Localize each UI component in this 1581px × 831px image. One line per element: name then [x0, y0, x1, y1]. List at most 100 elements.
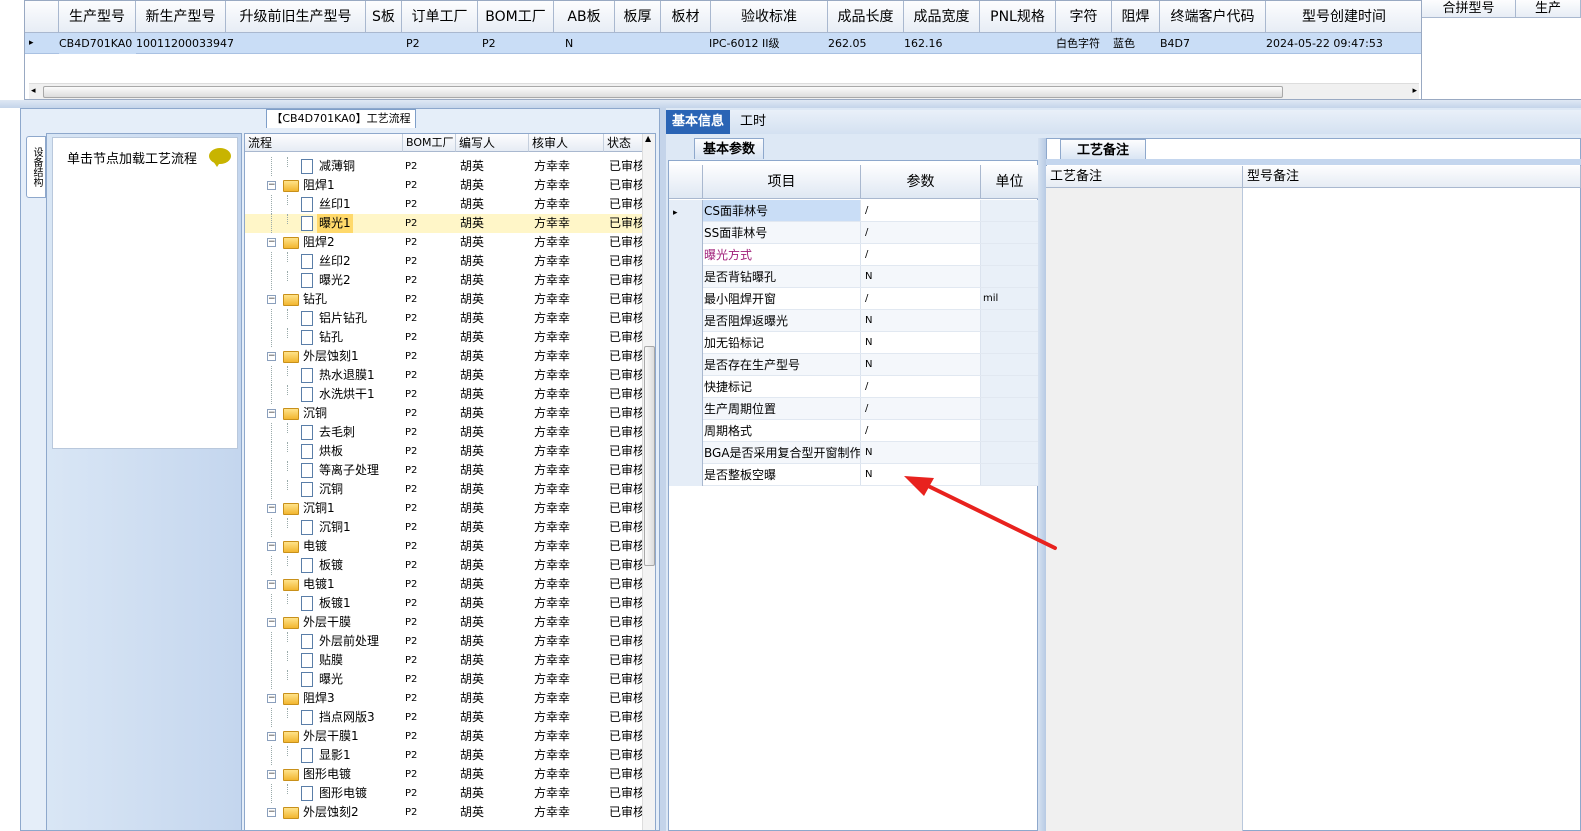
- col-header[interactable]: 状态: [604, 134, 643, 152]
- collapse-icon[interactable]: −: [267, 580, 276, 589]
- cell-production-model[interactable]: CB4D701KA0: [59, 33, 136, 54]
- col-header[interactable]: 终端客户代码: [1160, 1, 1266, 33]
- tree-node[interactable]: − 外层蚀刻2 P2 胡英 方幸幸 已审核: [245, 803, 643, 822]
- side-tab-structure[interactable]: 设备结构: [26, 136, 46, 198]
- cell-width[interactable]: 162.16: [904, 33, 943, 54]
- col-header[interactable]: 生产型号: [59, 1, 136, 33]
- param-value[interactable]: N: [861, 266, 981, 287]
- process-notes-textarea[interactable]: [1046, 188, 1243, 831]
- horizontal-scrollbar[interactable]: ◂ ▸: [29, 83, 1419, 99]
- col-header[interactable]: 编写人: [456, 134, 529, 152]
- table-row[interactable]: ▸ CB4D701KA0 10011200033947 P2 P2 N IPC-…: [25, 33, 1421, 54]
- param-row[interactable]: 曝光方式 /: [669, 244, 1039, 266]
- tree-node[interactable]: 显影1 P2 胡英 方幸幸 已审核: [245, 746, 643, 765]
- tree-node[interactable]: 钻孔 P2 胡英 方幸幸 已审核: [245, 328, 643, 347]
- cell-char[interactable]: 白色字符: [1056, 33, 1100, 54]
- tree-node[interactable]: − 图形电镀 P2 胡英 方幸幸 已审核: [245, 765, 643, 784]
- col-header[interactable]: 工艺备注: [1046, 166, 1243, 188]
- cell-standard[interactable]: IPC-6012 II级: [709, 33, 780, 54]
- cell-created[interactable]: 2024-05-22 09:47:53: [1266, 33, 1383, 54]
- row-header[interactable]: ▸: [669, 200, 703, 222]
- tree-node[interactable]: 水洗烘干1 P2 胡英 方幸幸 已审核: [245, 385, 643, 404]
- col-header[interactable]: BOM工厂: [403, 134, 456, 152]
- param-value[interactable]: N: [861, 442, 981, 463]
- collapse-icon[interactable]: −: [267, 542, 276, 551]
- param-row[interactable]: 是否背钻曝孔 N: [669, 266, 1039, 288]
- param-row[interactable]: 加无铅标记 N: [669, 332, 1039, 354]
- tree-node[interactable]: 沉铜1 P2 胡英 方幸幸 已审核: [245, 518, 643, 537]
- col-header[interactable]: 字符: [1056, 1, 1112, 33]
- param-row[interactable]: ▸ CS面菲林号 /: [669, 200, 1039, 222]
- comment-bubble-icon[interactable]: [209, 148, 231, 167]
- param-row[interactable]: 周期格式 /: [669, 420, 1039, 442]
- grid-corner[interactable]: [669, 165, 703, 199]
- param-value[interactable]: N: [861, 332, 981, 353]
- hint-box[interactable]: 单击节点加载工艺流程: [52, 137, 238, 449]
- row-header[interactable]: [669, 288, 703, 310]
- param-value[interactable]: N: [861, 464, 981, 485]
- col-header[interactable]: 参数: [861, 165, 981, 199]
- row-header[interactable]: [669, 332, 703, 354]
- param-value[interactable]: /: [861, 288, 981, 309]
- tree-node[interactable]: 外层前处理 P2 胡英 方幸幸 已审核: [245, 632, 643, 651]
- tree-node[interactable]: 曝光2 P2 胡英 方幸幸 已审核: [245, 271, 643, 290]
- cell-new-model[interactable]: 10011200033947: [136, 33, 234, 54]
- col-header[interactable]: 单位: [981, 165, 1039, 199]
- scroll-left-icon[interactable]: ◂: [31, 84, 36, 98]
- tree-node[interactable]: 烘板 P2 胡英 方幸幸 已审核: [245, 442, 643, 461]
- col-header[interactable]: 板材: [661, 1, 711, 33]
- col-header[interactable]: 型号备注: [1243, 166, 1581, 188]
- tree-node[interactable]: 沉铜 P2 胡英 方幸幸 已审核: [245, 480, 643, 499]
- tab-basic-params[interactable]: 基本参数: [694, 138, 764, 159]
- tab-process-notes[interactable]: 工艺备注: [1060, 139, 1146, 160]
- scroll-thumb[interactable]: [644, 346, 655, 566]
- col-header[interactable]: PNL规格: [980, 1, 1056, 33]
- col-header[interactable]: 订单工厂: [402, 1, 478, 33]
- tree-node[interactable]: 曝光1 P2 胡英 方幸幸 已审核: [245, 214, 643, 233]
- tree-node[interactable]: 板镀 P2 胡英 方幸幸 已审核: [245, 556, 643, 575]
- col-header[interactable]: 核审人: [529, 134, 604, 152]
- collapse-icon[interactable]: −: [267, 808, 276, 817]
- param-row[interactable]: 是否阻焊返曝光 N: [669, 310, 1039, 332]
- col-header[interactable]: AB板: [554, 1, 615, 33]
- collapse-icon[interactable]: −: [267, 352, 276, 361]
- cell-length[interactable]: 262.05: [828, 33, 867, 54]
- collapse-icon[interactable]: −: [267, 694, 276, 703]
- collapse-icon[interactable]: −: [267, 504, 276, 513]
- param-value[interactable]: /: [861, 244, 981, 265]
- row-header[interactable]: [669, 310, 703, 332]
- scroll-up-icon[interactable]: ▲: [645, 134, 651, 143]
- tree-node[interactable]: 贴膜 P2 胡英 方幸幸 已审核: [245, 651, 643, 670]
- param-value[interactable]: /: [861, 222, 981, 243]
- row-header[interactable]: [669, 398, 703, 420]
- param-value[interactable]: /: [861, 420, 981, 441]
- tree-node[interactable]: − 外层干膜1 P2 胡英 方幸幸 已审核: [245, 727, 643, 746]
- col-header[interactable]: 验收标准: [711, 1, 828, 33]
- row-header[interactable]: [669, 464, 703, 486]
- param-row[interactable]: 快捷标记 /: [669, 376, 1039, 398]
- col-header[interactable]: 成品长度: [828, 1, 904, 33]
- row-header[interactable]: [669, 354, 703, 376]
- tree-node[interactable]: − 电镀1 P2 胡英 方幸幸 已审核: [245, 575, 643, 594]
- col-header[interactable]: 生产: [1516, 0, 1581, 18]
- cell-order-factory[interactable]: P2: [406, 33, 420, 54]
- tree-node[interactable]: 挡点网版3 P2 胡英 方幸幸 已审核: [245, 708, 643, 727]
- tree-node[interactable]: 图形电镀 P2 胡英 方幸幸 已审核: [245, 784, 643, 803]
- param-row[interactable]: 是否整板空曝 N: [669, 464, 1039, 486]
- horizontal-splitter[interactable]: [0, 100, 1581, 108]
- tree-node[interactable]: − 阻焊1 P2 胡英 方幸幸 已审核: [245, 176, 643, 195]
- row-header[interactable]: [669, 442, 703, 464]
- param-value[interactable]: /: [861, 376, 981, 397]
- collapse-icon[interactable]: −: [267, 618, 276, 627]
- row-header[interactable]: [669, 420, 703, 442]
- collapse-icon[interactable]: −: [267, 732, 276, 741]
- cell-bom-factory[interactable]: P2: [482, 33, 496, 54]
- param-row[interactable]: BGA是否采用复合型开窗制作 N: [669, 442, 1039, 464]
- collapse-icon[interactable]: −: [267, 238, 276, 247]
- tab-work-hours[interactable]: 工时: [734, 110, 772, 134]
- col-header[interactable]: 型号创建时间: [1266, 1, 1421, 33]
- tree-node[interactable]: 曝光 P2 胡英 方幸幸 已审核: [245, 670, 643, 689]
- cell-ab-board[interactable]: N: [565, 33, 573, 54]
- tree-node[interactable]: 丝印1 P2 胡英 方幸幸 已审核: [245, 195, 643, 214]
- param-row[interactable]: 生产周期位置 /: [669, 398, 1039, 420]
